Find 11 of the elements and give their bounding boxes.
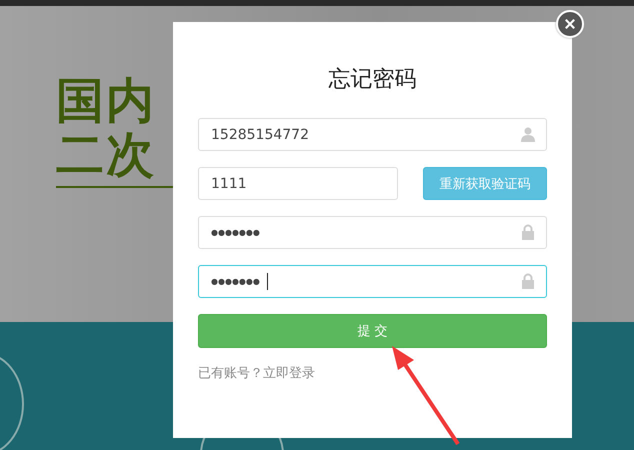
banner-headline: 二次	[56, 128, 157, 182]
input-field[interactable]: 1111	[198, 167, 398, 200]
dialog-title: 忘记密码	[328, 66, 418, 94]
password-field[interactable]: ●●●●●●●	[198, 216, 547, 249]
login-link[interactable]: 已有账号？立即登录	[198, 364, 315, 382]
password-field[interactable]: ●●●●●●●	[198, 265, 547, 298]
lock-icon	[520, 273, 536, 289]
banner-headline: 国内	[56, 74, 157, 128]
lock-icon	[520, 224, 536, 240]
user-icon	[520, 126, 536, 142]
input-field[interactable]: 15285154772	[198, 118, 547, 151]
